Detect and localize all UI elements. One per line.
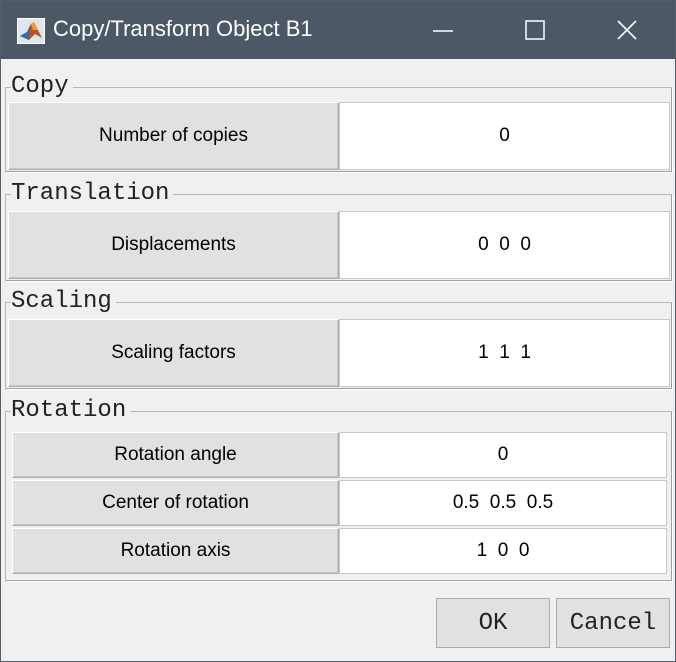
number-of-copies-label: Number of copies — [8, 102, 339, 170]
rotation-angle-label: Rotation angle — [12, 432, 339, 478]
matlab-icon — [17, 18, 45, 44]
close-button[interactable] — [581, 1, 673, 59]
scaling-group-title: Scaling — [11, 288, 116, 316]
window-title: Copy/Transform Object B1 — [53, 16, 313, 41]
translation-group-title: Translation — [11, 180, 174, 208]
minimize-icon — [433, 30, 453, 32]
rotation-axis-field[interactable]: 1 0 0 — [339, 528, 667, 574]
center-of-rotation-label: Center of rotation — [12, 480, 339, 526]
cancel-button[interactable]: Cancel — [556, 598, 670, 648]
rotation-axis-label: Rotation axis — [12, 528, 339, 574]
minimize-button[interactable] — [397, 1, 489, 59]
displacements-label: Displacements — [8, 211, 339, 279]
number-of-copies-field[interactable]: 0 — [339, 102, 670, 170]
scaling-factors-field[interactable]: 1 1 1 — [339, 319, 670, 387]
rotation-group-title: Rotation — [11, 397, 131, 425]
maximize-icon — [525, 20, 545, 40]
close-icon — [617, 20, 637, 40]
center-of-rotation-field[interactable]: 0.5 0.5 0.5 — [339, 480, 667, 526]
copy-group-title: Copy — [11, 73, 73, 101]
dialog-window: Copy/Transform Object B1 Copy Number of … — [0, 0, 676, 662]
ok-button[interactable]: OK — [436, 598, 550, 648]
displacements-field[interactable]: 0 0 0 — [339, 211, 670, 279]
rotation-angle-field[interactable]: 0 — [339, 432, 667, 478]
maximize-button[interactable] — [489, 1, 581, 59]
scaling-factors-label: Scaling factors — [8, 319, 339, 387]
title-bar[interactable]: Copy/Transform Object B1 — [1, 1, 675, 59]
